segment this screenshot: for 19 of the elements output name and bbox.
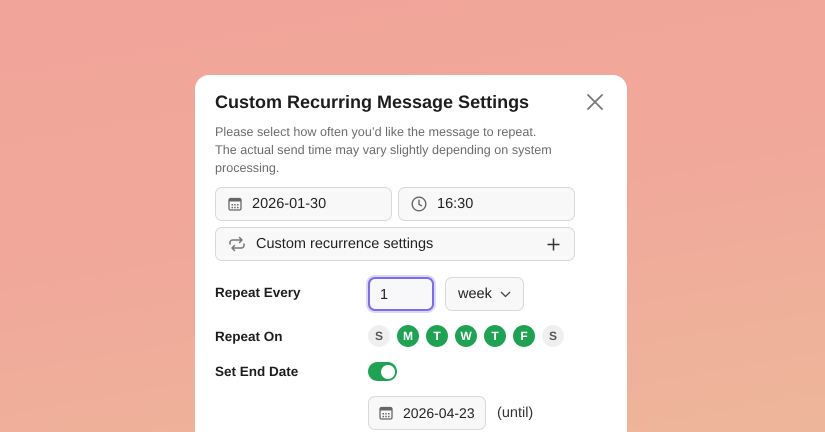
repeat-every-label: Repeat Every [215, 284, 302, 302]
weekday-toggle[interactable]: F [513, 325, 535, 347]
weekday-toggle[interactable]: T [484, 325, 506, 347]
interval-input[interactable]: 1 [368, 277, 434, 311]
end-date-label: Set End Date [215, 363, 300, 381]
unit-dropdown[interactable]: week [445, 277, 524, 311]
weekday-toggle[interactable]: S [368, 325, 390, 347]
repeat-on-label: Repeat On [215, 328, 284, 346]
custom-recurrence-button[interactable]: Custom recurrence settings [215, 227, 575, 261]
date-field[interactable]: 2026-01-30 [215, 187, 392, 221]
time-field[interactable]: 16:30 [398, 187, 575, 221]
weekday-toggle[interactable]: T [426, 325, 448, 347]
description-text: Please select how often you’d like the message to repeat. The actual send time may vary slightly depending on system processing. [215, 124, 553, 177]
end-date-field[interactable]: 2026-04-23 [368, 396, 486, 430]
weekday-toggle[interactable]: W [455, 325, 477, 347]
until-text: (until) [497, 405, 534, 421]
dialog-title: Custom Recurring Message Settings [215, 92, 530, 112]
weekday-toggle[interactable]: S [542, 325, 564, 347]
weekday-toggle[interactable]: M [397, 325, 419, 347]
